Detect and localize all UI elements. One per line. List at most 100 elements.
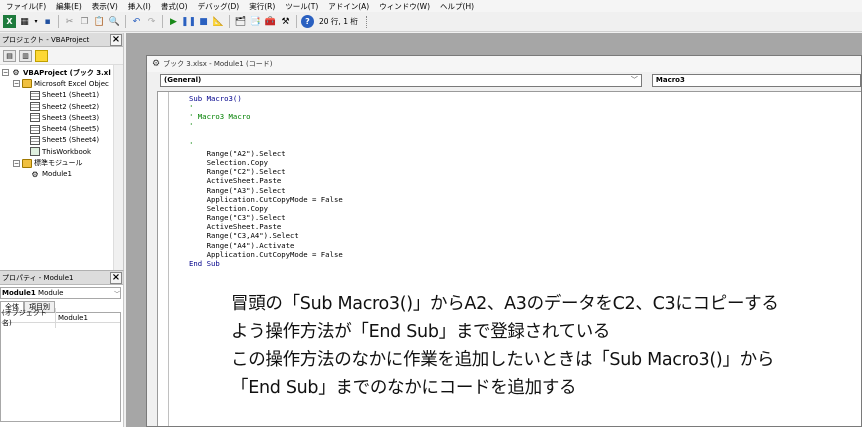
folder-icon (22, 158, 32, 168)
view-object-icon[interactable]: ▥ (19, 49, 32, 62)
toolbar-separator (58, 15, 59, 28)
tree-node[interactable]: Sheet5 (Sheet4) (0, 135, 123, 146)
code-line[interactable]: Range("A3").Select (189, 186, 343, 195)
object-select-type: Module (38, 289, 64, 297)
properties-window-icon[interactable]: 📑 (249, 15, 262, 28)
margin-indicator-bar[interactable] (158, 92, 169, 426)
object-select[interactable]: Module1 Module ﹀ (0, 287, 121, 299)
toggle-folders-icon[interactable] (35, 49, 48, 62)
code-line[interactable]: Range("A4").Activate (189, 241, 343, 250)
reset-icon[interactable]: ■ (197, 15, 210, 28)
property-row[interactable]: (オブジェクト名) Module1 (1, 307, 120, 328)
code-line[interactable]: Range("C3,A4").Select (189, 231, 343, 240)
design-mode-icon[interactable]: 📐 (212, 15, 225, 28)
object-browser-icon[interactable]: 🧰 (264, 15, 277, 28)
annotation-line: 「End Sub」までのなかにコードを追加する (231, 378, 577, 398)
find-icon[interactable]: 🔍 (108, 15, 121, 28)
menu-item[interactable]: ファイル(F) (6, 1, 46, 12)
excel-icon[interactable]: X (3, 15, 16, 28)
save-icon[interactable]: ▪ (41, 15, 54, 28)
help-icon[interactable]: ? (301, 15, 314, 28)
code-line[interactable]: ActiveSheet.Paste (189, 176, 343, 185)
pause-icon[interactable]: ❚❚ (181, 15, 196, 28)
tree-node[interactable]: Sheet2 (Sheet2) (0, 101, 123, 112)
sheet-icon (30, 90, 40, 100)
tree-node[interactable]: Sheet4 (Sheet5) (0, 123, 123, 134)
code-line[interactable]: ' (189, 103, 343, 112)
dropdown-arrow-icon[interactable]: ▾ (33, 15, 39, 28)
annotation-line: よう操作方法が「End Sub」まで登録されている (231, 322, 611, 342)
view-code-icon[interactable]: ▤ (3, 49, 16, 62)
code-line[interactable]: Application.CutCopyMode = False (189, 250, 343, 259)
run-icon[interactable]: ▶ (167, 15, 180, 28)
close-icon[interactable]: × (110, 33, 122, 46)
tree-node[interactable]: − Microsoft Excel Objec (0, 78, 123, 89)
properties-grid: (オブジェクト名) Module1 (0, 307, 121, 422)
tree-node-label: Microsoft Excel Objec (34, 79, 109, 88)
menu-item[interactable]: ツール(T) (285, 1, 318, 12)
sheet-icon (30, 135, 40, 145)
toolbar-separator (296, 15, 297, 28)
code-line[interactable]: Range("C2").Select (189, 167, 343, 176)
code-line[interactable]: Sub Macro3() (189, 94, 343, 103)
code-window: ⚙ ブック 3.xlsx - Module1 (コード) (General) ﹀… (146, 55, 862, 427)
menu-item[interactable]: 編集(E) (56, 1, 82, 12)
procedure-combo[interactable]: Macro3 (651, 73, 861, 87)
menu-item[interactable]: アドイン(A) (328, 1, 369, 12)
tree-node[interactable]: ⚙ Module1 (0, 169, 123, 180)
tree-node-label: Sheet2 (Sheet2) (42, 102, 100, 111)
menu-item[interactable]: 表示(V) (92, 1, 118, 12)
toolbar-separator (162, 15, 163, 28)
code-line[interactable]: End Sub (189, 259, 343, 268)
code-line[interactable]: Selection.Copy (189, 204, 343, 213)
sheet-icon (30, 102, 40, 112)
menu-item[interactable]: 書式(O) (161, 1, 188, 12)
code-line[interactable]: Selection.Copy (189, 158, 343, 167)
tree-node[interactable]: − ⚙ VBAProject (ブック 3.xl (0, 67, 123, 78)
code-line[interactable]: Range("C3").Select (189, 213, 343, 222)
object-combo[interactable]: (General) ﹀ (160, 73, 642, 87)
code-line[interactable]: ' (189, 121, 343, 130)
vertical-scrollbar[interactable] (113, 65, 123, 270)
toolbar-grip[interactable] (365, 15, 370, 28)
code-line[interactable] (189, 268, 343, 277)
collapse-toggle-icon[interactable]: − (13, 80, 20, 88)
close-icon[interactable]: × (110, 271, 122, 284)
project-explorer-icon[interactable]: 🗂 (234, 15, 247, 28)
tree-node-label: Sheet5 (Sheet4) (42, 136, 100, 145)
tree-node[interactable]: Sheet3 (Sheet3) (0, 112, 123, 123)
code-line[interactable]: ActiveSheet.Paste (189, 222, 343, 231)
code-line[interactable]: Range("A2").Select (189, 149, 343, 158)
cut-icon[interactable]: ✂ (63, 15, 76, 28)
tree-node-label: 標準モジュール (34, 159, 83, 168)
code-line[interactable]: ' Macro3 Macro (189, 112, 343, 121)
code-window-titlebar: ⚙ ブック 3.xlsx - Module1 (コード) (147, 56, 861, 72)
insert-userform-icon[interactable]: ▦ (18, 15, 31, 28)
tree-node[interactable]: Sheet1 (Sheet1) (0, 90, 123, 101)
menu-bar: ファイル(F) 編集(E) 表示(V) 挿入(I) 書式(O) デバッグ(D) 実行(R) ツ… (0, 0, 862, 12)
code-text[interactable]: Sub Macro3() ' ' Macro3 Macro ' ' Range("A2… (189, 94, 343, 277)
code-window-icon: ⚙ (152, 59, 161, 69)
code-line[interactable]: ' (189, 140, 343, 149)
redo-icon[interactable]: ↷ (145, 15, 158, 28)
menu-item[interactable]: 挿入(I) (128, 1, 151, 12)
collapse-toggle-icon[interactable]: − (2, 69, 9, 77)
property-value[interactable]: Module1 (56, 314, 88, 322)
tree-node[interactable]: ThisWorkbook (0, 146, 123, 157)
code-line[interactable] (189, 131, 343, 140)
chevron-down-icon: ﹀ (113, 290, 120, 298)
menu-item[interactable]: ヘルプ(H) (440, 1, 474, 12)
project-explorer-toolbar: ▤ ▥ (0, 47, 123, 65)
copy-icon[interactable]: ❐ (78, 15, 91, 28)
menu-item[interactable]: 実行(R) (249, 1, 275, 12)
undo-icon[interactable]: ↶ (130, 15, 143, 28)
code-line[interactable]: Application.CutCopyMode = False (189, 195, 343, 204)
menu-item[interactable]: ウィンドウ(W) (379, 1, 430, 12)
menu-item[interactable]: デバッグ(D) (198, 1, 240, 12)
collapse-toggle-icon[interactable]: − (13, 159, 20, 167)
tree-node[interactable]: − 標準モジュール (0, 157, 123, 168)
properties-title: プロパティ - Module1 (2, 273, 74, 282)
paste-icon[interactable]: 📋 (93, 15, 106, 28)
toolbox-icon[interactable]: ⚒ (279, 15, 292, 28)
property-key: (オブジェクト名) (1, 307, 56, 328)
